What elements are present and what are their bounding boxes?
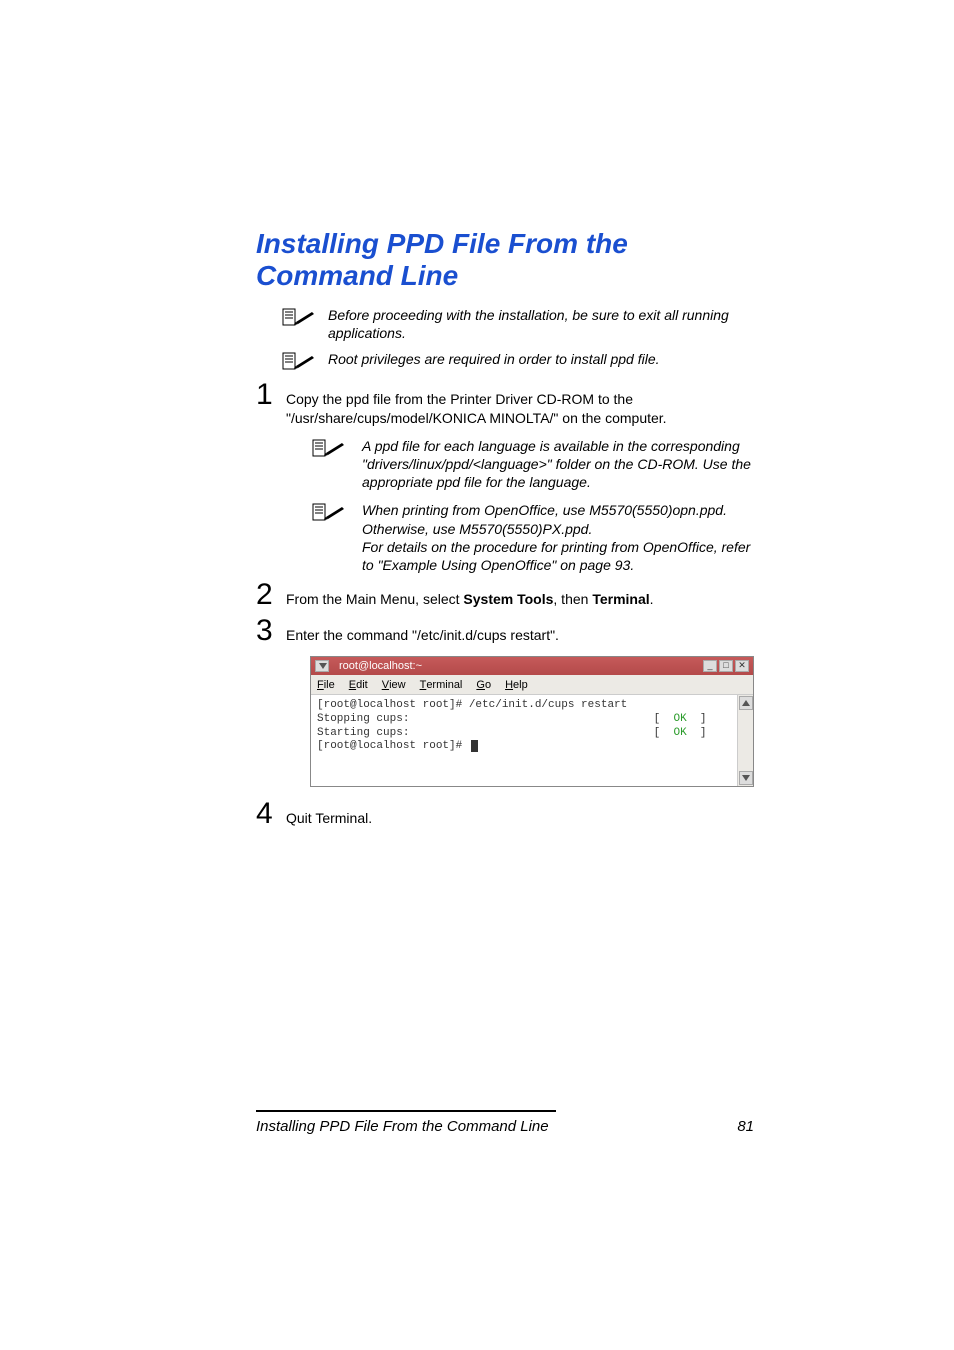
menu-go: Go [476, 679, 491, 691]
note-icon [310, 437, 348, 459]
step-number: 2 [256, 580, 286, 610]
text: . [650, 591, 654, 607]
note-text: Before proceeding with the installation,… [328, 306, 754, 342]
note-text: Root privileges are required in order to… [328, 350, 754, 368]
step-number: 1 [256, 380, 286, 410]
note-root-priv: Root privileges are required in order to… [280, 350, 754, 372]
document-page: Installing PPD File From the Command Lin… [0, 0, 954, 1350]
term-line: Starting cups: [ OK ] [317, 727, 707, 739]
text: From the Main Menu, select [286, 591, 463, 607]
close-icon: ✕ [735, 660, 749, 672]
footer-line: Installing PPD File From the Command Lin… [256, 1118, 754, 1135]
step-1: 1 Copy the ppd file from the Printer Dri… [256, 380, 754, 426]
step-text: Enter the command "/etc/init.d/cups rest… [286, 620, 754, 644]
note-icon [310, 501, 348, 523]
page-footer: Installing PPD File From the Command Lin… [256, 1110, 754, 1135]
titlebar-right: _ □ ✕ [703, 660, 749, 672]
note-text: When printing from OpenOffice, use M5570… [362, 501, 754, 574]
menu-view: View [382, 679, 406, 691]
maximize-icon: □ [719, 660, 733, 672]
note-exit-apps: Before proceeding with the installation,… [280, 306, 754, 342]
step-2: 2 From the Main Menu, select System Tool… [256, 580, 754, 610]
bold-text: Terminal [592, 591, 649, 607]
note-ppd-language: A ppd file for each language is availabl… [310, 437, 754, 492]
step-text: Quit Terminal. [286, 803, 754, 827]
window-menu-icon [315, 660, 329, 672]
terminal-body-wrap: [root@localhost root]# /etc/init.d/cups … [311, 695, 753, 786]
menu-edit: Edit [349, 679, 368, 691]
terminal-titlebar: root@localhost:~ _ □ ✕ [311, 657, 753, 675]
minimize-icon: _ [703, 660, 717, 672]
term-line: [root@localhost root]# [317, 740, 478, 752]
terminal-menubar: File Edit View Terminal Go Help [311, 675, 753, 695]
bold-text: System Tools [463, 591, 553, 607]
menu-terminal: Terminal [420, 679, 463, 691]
menu-help: Help [505, 679, 528, 691]
text: , then [553, 591, 592, 607]
step-4: 4 Quit Terminal. [256, 799, 754, 829]
cursor-icon [471, 740, 478, 752]
step-number: 4 [256, 799, 286, 829]
note-openoffice: When printing from OpenOffice, use M5570… [310, 501, 754, 574]
footer-rule [256, 1110, 556, 1112]
step-text: From the Main Menu, select System Tools,… [286, 584, 754, 608]
terminal-scrollbar [737, 695, 753, 786]
footer-title: Installing PPD File From the Command Lin… [256, 1118, 549, 1135]
menu-file: File [317, 679, 335, 691]
terminal-screenshot: root@localhost:~ _ □ ✕ File Edit View Te… [310, 656, 754, 787]
step-number: 3 [256, 616, 286, 646]
scroll-up-icon [739, 696, 753, 710]
footer-page-number: 81 [737, 1118, 754, 1135]
step-text: Copy the ppd file from the Printer Drive… [286, 384, 754, 426]
term-line: Stopping cups: [ OK ] [317, 713, 707, 725]
note-icon [280, 350, 318, 372]
note-text: A ppd file for each language is availabl… [362, 437, 754, 492]
term-line: [root@localhost root]# /etc/init.d/cups … [317, 699, 627, 711]
section-heading: Installing PPD File From the Command Lin… [256, 228, 754, 292]
note-icon [280, 306, 318, 328]
step-3: 3 Enter the command "/etc/init.d/cups re… [256, 616, 754, 646]
terminal-body: [root@localhost root]# /etc/init.d/cups … [311, 695, 737, 786]
window-title: root@localhost:~ [339, 660, 422, 672]
scroll-down-icon [739, 771, 753, 785]
titlebar-left: root@localhost:~ [315, 660, 422, 672]
